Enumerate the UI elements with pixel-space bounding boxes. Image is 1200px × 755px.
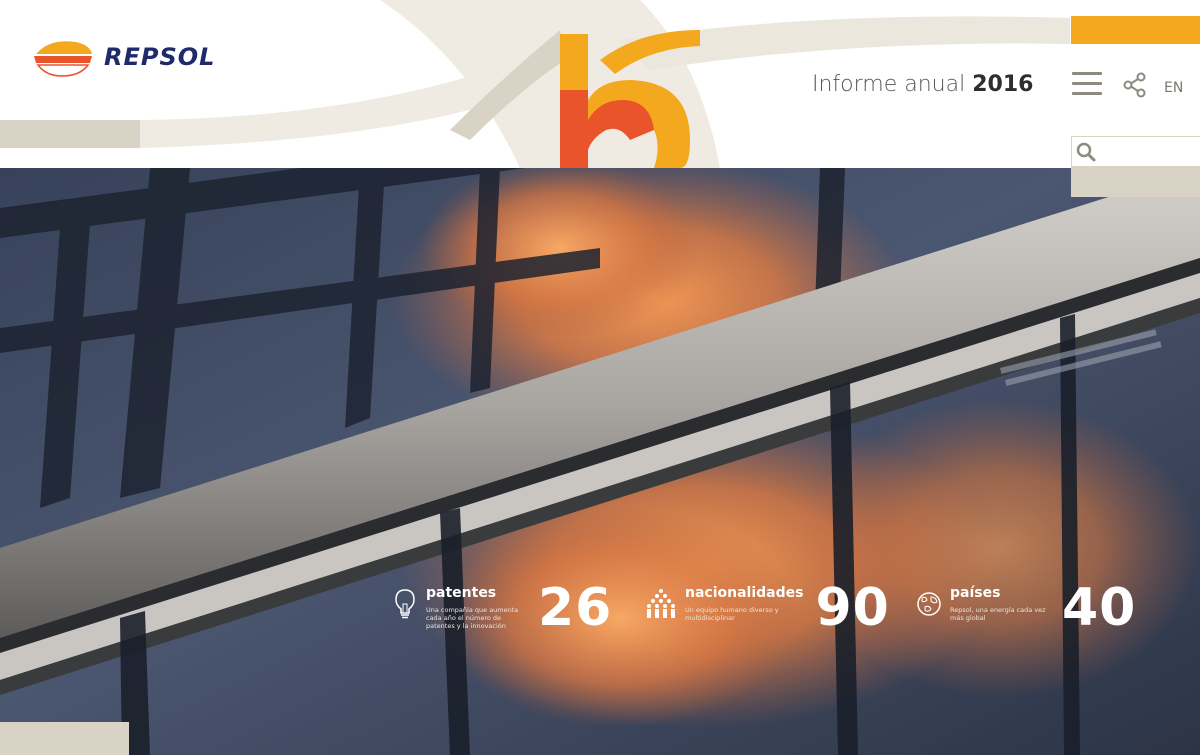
title-year: 2016 xyxy=(972,72,1034,97)
globe-icon xyxy=(917,592,941,616)
stat-value: 90 xyxy=(815,578,890,638)
brand-name: REPSOL xyxy=(104,43,216,71)
people-group-icon xyxy=(647,589,675,618)
stat-label: nacionalidades xyxy=(685,585,804,601)
stat-label: patentes xyxy=(426,585,497,601)
stat-value: 26 xyxy=(538,578,613,638)
stat-description: Repsol, una energía cada vez más global xyxy=(950,606,1046,622)
page-title: Informe anual 2016 xyxy=(812,72,1033,97)
stat-value: 40 xyxy=(1062,578,1137,638)
stat-paises: países Repsol, una energía cada vez más … xyxy=(916,578,1137,638)
accent-tab xyxy=(1071,16,1200,44)
repsol-flame-icon xyxy=(34,41,92,77)
hero-image xyxy=(0,168,1200,755)
building-facade-image xyxy=(0,168,1200,755)
repsol-logo[interactable]: REPSOL xyxy=(32,36,215,78)
share-icon[interactable] xyxy=(1122,72,1148,98)
header: REPSOL Informe anual 2016 EN xyxy=(0,0,1200,168)
search-panel xyxy=(1071,136,1200,197)
stat-description: Un equipo humano diverso y multidiscipli… xyxy=(685,606,779,622)
hamburger-icon[interactable] xyxy=(1072,72,1102,98)
stat-nacionalidades: nacionalidades Un equipo humano diverso … xyxy=(645,578,890,638)
lightbulb-icon xyxy=(395,589,415,619)
stat-description: Una compañía que aumenta cada año el núm… xyxy=(426,606,519,630)
search-icon[interactable] xyxy=(1075,141,1097,163)
language-switch[interactable]: EN xyxy=(1164,80,1183,96)
footer-accent-block xyxy=(0,722,129,755)
stat-patentes: patentes Una compañía que aumenta cada a… xyxy=(392,578,613,638)
title-prefix: Informe anual xyxy=(812,72,966,97)
stat-label: países xyxy=(950,585,1001,601)
